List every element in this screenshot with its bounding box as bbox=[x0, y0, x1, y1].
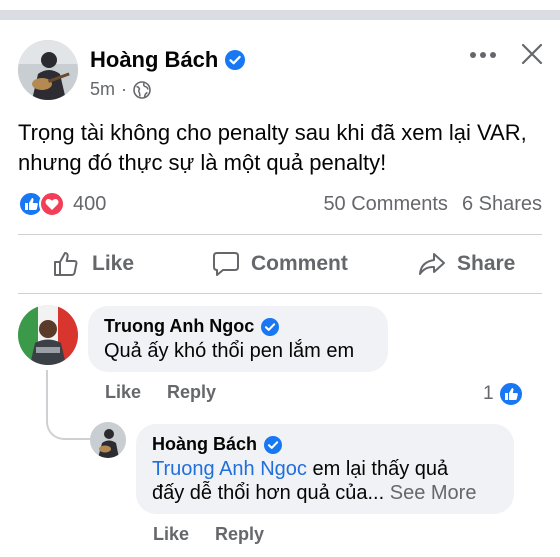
post-text: Trọng tài không cho penalty sau khi đã x… bbox=[18, 120, 527, 175]
comment-label: Comment bbox=[251, 252, 348, 275]
comment-bubble[interactable]: Truong Anh Ngoc Quả ấy khó thổi pen lắm … bbox=[88, 306, 388, 372]
close-icon bbox=[521, 43, 543, 65]
reply-mention-link[interactable]: Truong Anh Ngoc bbox=[152, 458, 307, 480]
reply-thread-line bbox=[46, 370, 92, 440]
reply-author-avatar[interactable] bbox=[90, 422, 126, 458]
like-reaction-icon bbox=[497, 381, 524, 407]
reply-reply-button[interactable]: Reply bbox=[215, 524, 264, 545]
see-more-link[interactable]: See More bbox=[390, 482, 477, 504]
meta-separator: · bbox=[121, 79, 128, 99]
comment-reply-button[interactable]: Reply bbox=[167, 382, 216, 403]
reactions-summary[interactable]: 400 bbox=[18, 190, 106, 218]
like-button[interactable]: Like bbox=[52, 248, 134, 280]
comment-reaction-count[interactable]: 1 bbox=[483, 381, 524, 407]
globe-icon[interactable] bbox=[133, 80, 151, 99]
reply-actions: Like Reply bbox=[153, 524, 264, 545]
comments-count[interactable]: 50 Comments bbox=[323, 193, 448, 216]
comment-bubble-icon bbox=[213, 252, 239, 276]
more-options-button[interactable] bbox=[466, 42, 500, 68]
post-author-avatar[interactable] bbox=[18, 40, 78, 100]
comment-like-count: 1 bbox=[483, 383, 494, 404]
top-strip bbox=[0, 0, 560, 22]
comment-actions: Like Reply bbox=[105, 382, 216, 403]
verified-badge-icon bbox=[264, 435, 283, 454]
thumbs-up-icon bbox=[54, 252, 78, 276]
reply-like-button[interactable]: Like bbox=[153, 524, 189, 545]
shares-count[interactable]: 6 Shares bbox=[462, 193, 542, 216]
post-meta: 5m · bbox=[90, 79, 151, 100]
verified-badge-icon bbox=[225, 50, 246, 70]
comment-button[interactable]: Comment bbox=[211, 248, 348, 280]
comment-like-button[interactable]: Like bbox=[105, 382, 141, 403]
comment-author-avatar[interactable] bbox=[18, 305, 78, 365]
reply-bubble[interactable]: Hoàng Bách Truong Anh Ngoc em lại thấy q… bbox=[136, 424, 514, 514]
share-arrow-icon bbox=[419, 253, 445, 275]
reply-author-label[interactable]: Hoàng Bách bbox=[152, 434, 257, 455]
divider-top bbox=[18, 234, 542, 235]
reply-text-line1: em lại thấy quả bbox=[306, 458, 449, 480]
more-horizontal-icon bbox=[470, 52, 496, 58]
post-author-label[interactable]: Hoàng Bách bbox=[90, 47, 218, 73]
reactions-count[interactable]: 400 bbox=[73, 193, 106, 216]
share-button[interactable]: Share bbox=[417, 248, 515, 280]
comment-author-label[interactable]: Truong Anh Ngoc bbox=[104, 316, 254, 337]
post-time[interactable]: 5m bbox=[90, 79, 115, 100]
top-divider bbox=[0, 10, 560, 20]
reply-text: Truong Anh Ngoc em lại thấy quả đấy dễ t… bbox=[152, 457, 498, 505]
reply-author[interactable]: Hoàng Bách bbox=[152, 434, 498, 455]
post-author-name[interactable]: Hoàng Bách bbox=[90, 47, 246, 73]
share-label: Share bbox=[457, 252, 516, 275]
love-reaction-icon bbox=[39, 191, 65, 217]
reply-text-line2: đấy dễ thổi hơn quả của... bbox=[152, 482, 385, 504]
engagement-counts: 50 Comments 6 Shares bbox=[323, 193, 542, 216]
close-button[interactable] bbox=[519, 41, 545, 67]
comment-text: Quả ấy khó thổi pen lắm em bbox=[104, 340, 355, 362]
verified-badge-icon bbox=[261, 317, 280, 336]
like-label: Like bbox=[92, 252, 135, 275]
comment-author[interactable]: Truong Anh Ngoc bbox=[104, 316, 372, 337]
divider-bottom bbox=[18, 293, 542, 294]
